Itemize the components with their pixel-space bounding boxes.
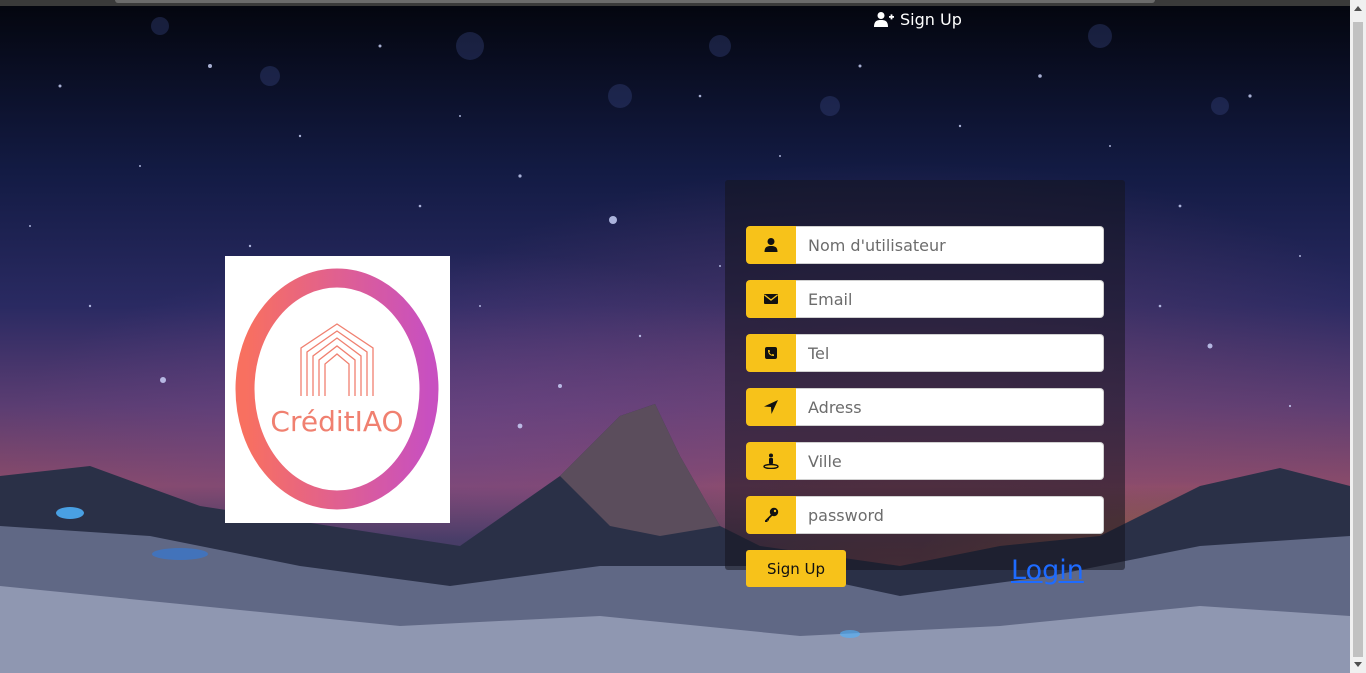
username-addon bbox=[746, 226, 796, 264]
street-view-icon bbox=[763, 453, 779, 469]
password-input[interactable] bbox=[796, 496, 1104, 534]
city-input[interactable] bbox=[796, 442, 1104, 480]
user-plus-icon bbox=[874, 12, 894, 27]
address-addon bbox=[746, 388, 796, 426]
username-input[interactable] bbox=[796, 226, 1104, 264]
signup-submit-button[interactable]: Sign Up bbox=[746, 550, 846, 587]
scroll-down-arrow-icon[interactable] bbox=[1354, 662, 1362, 667]
city-addon bbox=[746, 442, 796, 480]
phone-icon bbox=[765, 347, 777, 359]
key-icon bbox=[765, 507, 779, 522]
envelope-icon bbox=[764, 294, 778, 304]
tel-input[interactable] bbox=[796, 334, 1104, 372]
browser-top-strip-inner bbox=[115, 0, 1155, 3]
username-field-group bbox=[746, 226, 1104, 264]
password-field-group bbox=[746, 496, 1104, 534]
location-arrow-icon bbox=[764, 400, 778, 414]
email-addon bbox=[746, 280, 796, 318]
scrollbar-thumb[interactable] bbox=[1353, 22, 1363, 657]
address-field-group bbox=[746, 388, 1104, 426]
mountain-background-art bbox=[0, 17, 1350, 673]
login-link[interactable]: Login bbox=[1011, 555, 1084, 586]
logo-text: CréditIAO bbox=[270, 405, 403, 438]
city-field-group bbox=[746, 442, 1104, 480]
nav-signup-link[interactable]: Sign Up bbox=[874, 8, 962, 30]
page-scrollbar[interactable] bbox=[1350, 0, 1366, 673]
scroll-up-arrow-icon[interactable] bbox=[1354, 6, 1362, 11]
nav-signup-label: Sign Up bbox=[900, 9, 962, 29]
password-addon bbox=[746, 496, 796, 534]
address-input[interactable] bbox=[796, 388, 1104, 426]
email-field-group bbox=[746, 280, 1104, 318]
tel-field-group bbox=[746, 334, 1104, 372]
crediti-ao-logo: CréditIAO bbox=[225, 256, 450, 523]
tel-addon bbox=[746, 334, 796, 372]
user-icon bbox=[764, 238, 778, 252]
email-input[interactable] bbox=[796, 280, 1104, 318]
